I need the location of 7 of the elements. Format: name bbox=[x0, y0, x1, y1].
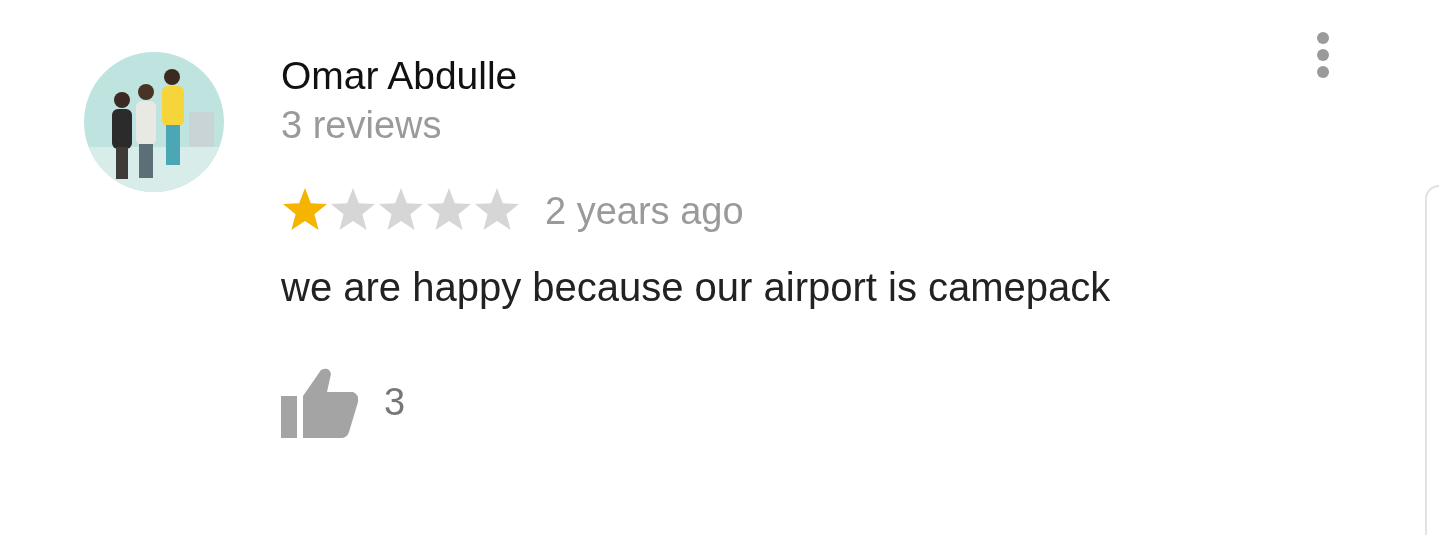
like-count: 3 bbox=[384, 379, 406, 425]
review-count: 3 reviews bbox=[281, 103, 443, 148]
reviewer-name: Omar Abdulle bbox=[281, 53, 519, 99]
review-time: 2 years ago bbox=[545, 189, 744, 234]
thumbs-up-icon[interactable] bbox=[281, 366, 359, 438]
review-text: we are happy because our airport is camepack bbox=[281, 264, 1111, 311]
more-options-icon[interactable] bbox=[1315, 31, 1331, 79]
